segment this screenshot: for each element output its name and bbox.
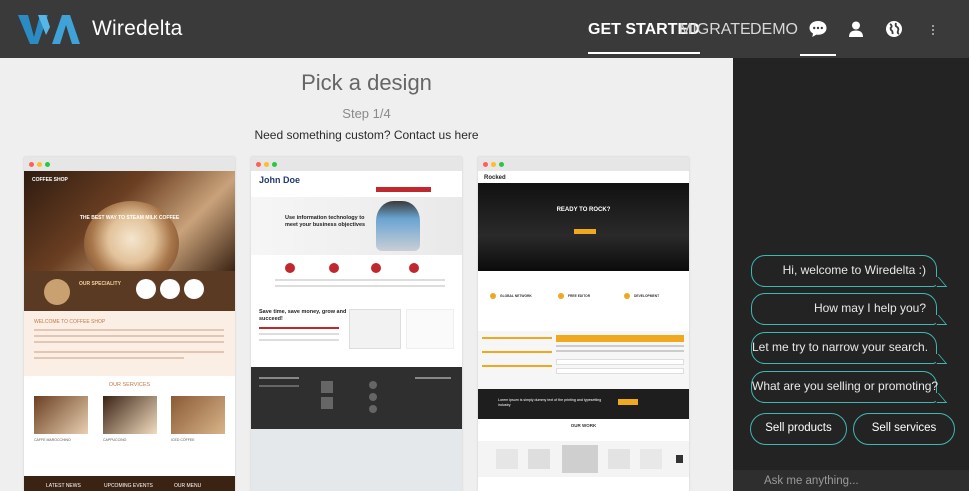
maximize-dot-icon [272,161,277,167]
browser-chrome [251,157,462,171]
more-vertical-icon[interactable] [930,19,940,39]
service-title: CAFFE MAROCCHINO [34,438,71,442]
features-section: GLOBAL NETWORK FREE EDITOR DEVELOPMENT [478,271,689,331]
brand: COFFEE SHOP [32,177,68,183]
footer-heading: LATEST NEWS [46,483,81,489]
design-card-rocked[interactable]: Rocked READY TO ROCK? GLOBAL NETWORK FRE… [478,157,689,491]
design-preview: John Doe Use information technology to m… [251,171,462,491]
accordion-section [478,331,689,389]
page-title: Pick a design [301,70,432,95]
chat-input[interactable] [733,470,969,491]
design-preview: Rocked READY TO ROCK? GLOBAL NETWORK FRE… [478,171,689,491]
feature-title: FREE EDITOR [568,294,591,298]
design-card-john-doe[interactable]: John Doe Use information technology to m… [251,157,462,491]
step-indicator: Step 1/4 [342,106,391,121]
services-section: OUR SERVICES CAFFE MAROCCHINO CAPPUCCINO… [24,376,235,476]
design-card-coffee-shop[interactable]: COFFEE SHOP THE BEST WAY TO STEAM MILK C… [24,157,235,491]
wiredelta-logo-icon [18,15,80,44]
hero-heading: Use information technology to meet your … [285,215,366,228]
browser-chrome [478,157,689,171]
services-row [251,257,462,305]
top-bar: Wiredelta GET STARTED MIGRATE DEMO [0,0,969,58]
cta-band: Lorem ipsum is simply dummy text of the … [478,389,689,419]
logo[interactable]: Wiredelta [18,13,183,45]
welcome-heading: WELCOME TO COFFEE SHOP [34,319,106,325]
chat-message: What are you selling or promoting? [751,371,938,403]
close-dot-icon [29,161,34,167]
hero-heading: THE BEST WAY TO STEAM MILK COFFEE [79,215,180,221]
tagline: Save time, save money, grow and succeed! [259,309,347,322]
design-preview: COFFEE SHOP THE BEST WAY TO STEAM MILK C… [24,171,235,491]
footer-section [251,367,462,491]
services-heading: OUR SERVICES [108,382,151,388]
brand: Rocked [484,175,506,181]
service-title: CAPPUCCINO [103,438,127,442]
chat-icon[interactable] [800,19,836,56]
contact-link[interactable]: Need something custom? Contact us here [0,128,733,142]
nav-demo[interactable]: DEMO [750,0,798,58]
app-name: Wiredelta [92,17,183,40]
footer-band: LATEST NEWS UPCOMING EVENTS OUR MENU [24,476,235,491]
work-heading: OUR WORK [570,423,597,428]
chat-panel: Hi, welcome to Wiredelta :) How may I he… [733,58,969,491]
brand: John Doe [259,175,301,185]
hero-section [478,183,689,271]
minimize-dot-icon [37,161,42,167]
globe-icon[interactable] [884,19,904,39]
sell-products-button[interactable]: Sell products [750,413,847,445]
browser-chrome [24,157,235,171]
maximize-dot-icon [45,161,50,167]
sell-services-button[interactable]: Sell services [853,413,955,445]
maximize-dot-icon [499,161,504,167]
chat-message: Let me try to narrow your search. [751,332,937,364]
minimize-dot-icon [491,161,496,167]
cta-text: Lorem ipsum is simply dummy text of the … [498,398,602,407]
speciality-heading: OUR SPECIALITY [79,281,121,287]
feature-title: GLOBAL NETWORK [500,294,532,298]
design-picker: Pick a design Step 1/4 Need something cu… [0,58,733,491]
nav-migrate[interactable]: MIGRATE [679,0,751,58]
work-gallery [478,441,689,477]
close-dot-icon [483,161,488,167]
speciality-band: OUR SPECIALITY [24,271,235,311]
footer-heading: UPCOMING EVENTS [104,483,153,489]
welcome-section: WELCOME TO COFFEE SHOP [24,311,235,376]
minimize-dot-icon [264,161,269,167]
hero-heading: READY TO ROCK? [556,207,611,213]
service-title: ICED COFFEE [171,438,195,442]
close-dot-icon [256,161,261,167]
hero-image [24,171,235,286]
footer-heading: OUR MENU [174,483,202,489]
chat-message: Hi, welcome to Wiredelta :) [751,255,937,287]
user-icon[interactable] [846,19,866,39]
feature-title: DEVELOPMENT [634,294,660,298]
chat-message: How may I help you? [751,293,937,325]
